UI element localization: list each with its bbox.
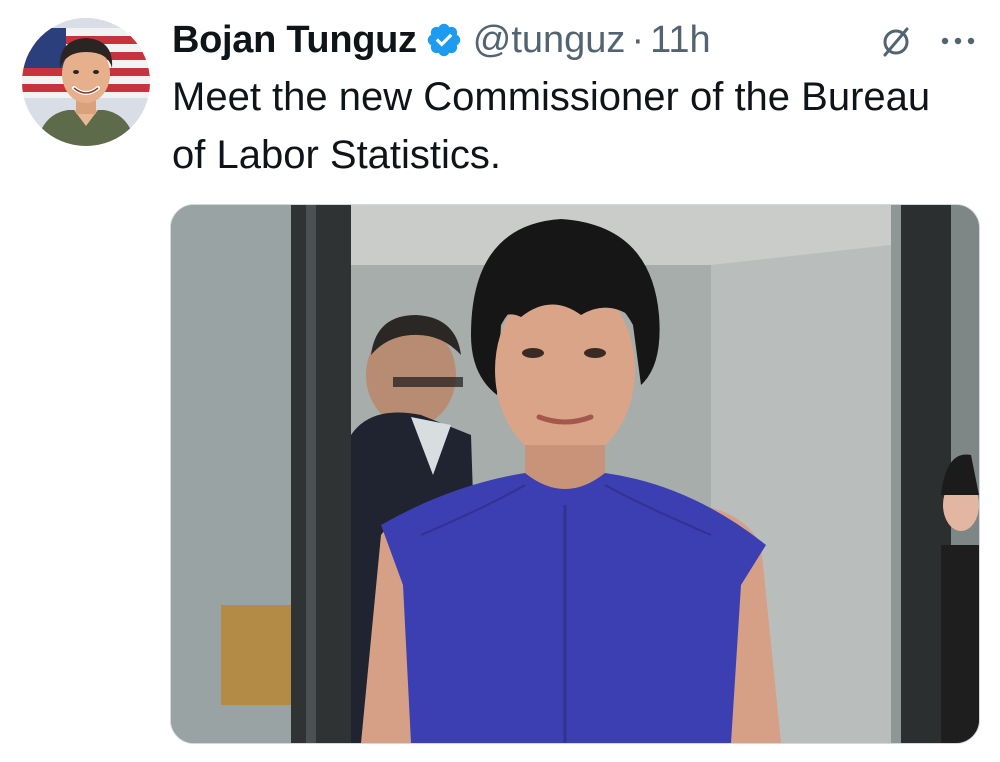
tweet-card[interactable]: Bojan Tunguz @tunguz · 11h Meet the new …	[0, 0, 1000, 762]
avatar-illustration	[22, 18, 150, 146]
tweet-text: Meet the new Commissioner of the Bureau …	[172, 75, 931, 177]
verified-badge-icon	[425, 21, 463, 59]
more-options-icon[interactable]	[936, 26, 980, 56]
avatar[interactable]	[22, 18, 150, 146]
grok-icon[interactable]	[876, 22, 916, 62]
tweet-photo[interactable]	[170, 204, 980, 744]
author-name[interactable]: Bojan Tunguz	[172, 19, 417, 62]
author-handle[interactable]: @tunguz	[473, 19, 626, 62]
timestamp[interactable]: 11h	[650, 19, 711, 62]
separator-dot: ·	[631, 18, 645, 61]
photo-illustration	[171, 205, 979, 743]
tweet-header: Bojan Tunguz @tunguz · 11h	[172, 14, 711, 66]
